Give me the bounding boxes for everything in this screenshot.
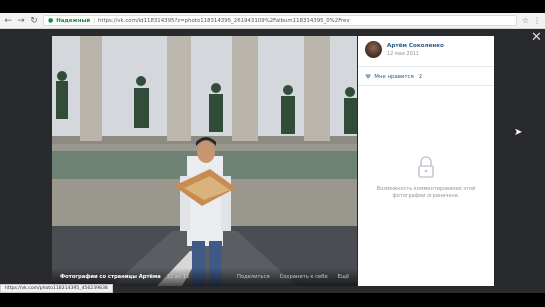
back-icon[interactable]: ← — [4, 13, 12, 29]
like-button[interactable]: ♥ Мне нравится 2 — [365, 73, 422, 81]
browser-toolbar: ← → ↻ ● Надежный | https://vk.com/id1183… — [0, 13, 545, 29]
heart-icon: ♥ — [365, 73, 372, 81]
album-title[interactable]: Фотографии со страницы Артёма — [60, 274, 161, 280]
secure-label: Надежный — [56, 17, 91, 24]
omnibox-separator: | — [93, 17, 95, 24]
address-bar[interactable]: ● Надежный | https://vk.com/id118314395?… — [43, 15, 517, 26]
comments-disabled-text: Возможность комментирования этой фотогра… — [376, 186, 476, 199]
author-block: Артём Соколенко 12 мая 2011 — [365, 41, 444, 58]
photo-actions: Поделиться Сохранить к себе Ещё — [237, 274, 349, 280]
star-icon[interactable]: ☆ — [522, 13, 529, 29]
forward-icon[interactable]: → — [17, 13, 25, 29]
close-icon[interactable]: ✕ — [531, 31, 542, 44]
more-button[interactable]: Ещё — [338, 274, 349, 280]
toolbar-right: ☆ ⋮ — [522, 13, 541, 29]
share-button[interactable]: Поделиться — [237, 274, 270, 280]
url-text: https://vk.com/id118314395?z=photo118314… — [97, 17, 350, 24]
photo-viewer-overlay[interactable]: ✕ Фотографии со страницы Артёма 12 из 12… — [0, 29, 545, 293]
photo-image[interactable] — [52, 36, 357, 286]
divider — [358, 85, 494, 86]
photo-info-panel: Артём Соколенко 12 мая 2011 ♥ Мне нравит… — [358, 36, 494, 286]
photo-counter: 12 из 12 — [166, 274, 190, 280]
save-button[interactable]: Сохранить к себе — [280, 274, 328, 280]
like-count: 2 — [418, 74, 423, 80]
menu-icon[interactable]: ⋮ — [533, 13, 541, 29]
mouse-cursor-icon: ➤ — [514, 127, 523, 138]
status-bar-url: https://vk.com/photo118314395_456239838 — [0, 284, 113, 293]
post-date: 12 мая 2011 — [387, 51, 420, 57]
avatar[interactable] — [365, 41, 382, 58]
author-name[interactable]: Артём Соколенко — [387, 43, 444, 49]
secure-lock-icon: ● — [48, 17, 54, 24]
divider — [358, 66, 494, 67]
comments-disabled-notice: Возможность комментирования этой фотогра… — [358, 156, 494, 200]
like-label: Мне нравится — [374, 74, 414, 80]
reload-icon[interactable]: ↻ — [30, 13, 38, 29]
photo-illustration — [52, 36, 357, 286]
lock-icon — [418, 156, 434, 178]
